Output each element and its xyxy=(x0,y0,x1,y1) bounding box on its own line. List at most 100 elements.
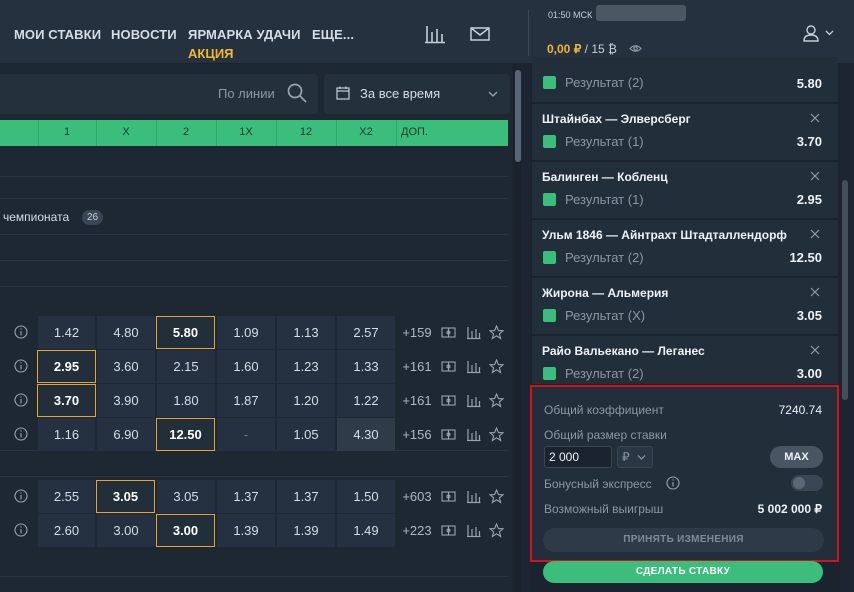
close-icon[interactable] xyxy=(810,113,820,123)
nav-more[interactable]: ЕЩЕ... xyxy=(312,27,354,42)
odd-cell[interactable]: 1.20 xyxy=(277,384,335,417)
stake-input[interactable]: 2 000 xyxy=(544,446,612,468)
odd-cell[interactable]: 1.80 xyxy=(157,384,215,417)
nav-my-bets[interactable]: МОИ СТАВКИ xyxy=(14,27,101,42)
balance[interactable]: 0,00 ₽ / 15 ₿ xyxy=(547,42,617,56)
odd-cell[interactable]: 1.60 xyxy=(217,350,275,383)
user-icon[interactable] xyxy=(802,24,820,42)
odd-cell[interactable]: 1.39 xyxy=(217,514,275,547)
nav-news[interactable]: НОВОСТИ xyxy=(111,27,177,42)
bet-checkbox[interactable] xyxy=(543,76,556,89)
star-icon[interactable] xyxy=(489,393,504,408)
mail-icon[interactable] xyxy=(469,24,491,44)
field-icon[interactable] xyxy=(441,393,456,408)
odd-cell-selected[interactable]: 3.00 xyxy=(156,514,215,547)
search-icon[interactable] xyxy=(287,83,307,103)
bet-checkbox[interactable] xyxy=(543,309,556,322)
close-icon[interactable] xyxy=(810,287,820,297)
odd-cell[interactable]: 1.42 xyxy=(38,316,95,349)
info-icon[interactable] xyxy=(14,393,28,407)
odd-cell[interactable]: 1.87 xyxy=(217,384,275,417)
odd-cell[interactable]: 1.09 xyxy=(217,316,275,349)
odd-cell[interactable]: 3.60 xyxy=(97,350,155,383)
odd-cell[interactable]: 2.15 xyxy=(157,350,215,383)
place-bet-button[interactable]: СДЕЛАТЬ СТАВКУ xyxy=(543,561,823,583)
statistics-icon[interactable] xyxy=(466,427,481,442)
nav-fair[interactable]: ЯРМАРКА УДАЧИ xyxy=(188,27,301,42)
odd-cell[interactable]: 1.05 xyxy=(277,418,335,451)
odd-cell[interactable]: 1.16 xyxy=(38,418,95,451)
odd-cell[interactable]: 2.57 xyxy=(337,316,395,349)
star-icon[interactable] xyxy=(489,427,504,442)
odd-cell[interactable]: 1.33 xyxy=(337,350,395,383)
field-icon[interactable] xyxy=(441,427,456,442)
odd-cell[interactable]: 3.00 xyxy=(97,514,155,547)
odd-cell[interactable]: 2.60 xyxy=(38,514,95,547)
bet-checkbox[interactable] xyxy=(543,367,556,380)
statistics-icon[interactable] xyxy=(466,393,481,408)
info-icon[interactable] xyxy=(14,523,28,537)
bonus-express-toggle[interactable] xyxy=(791,475,823,491)
odd-cell[interactable]: 4.30 xyxy=(337,418,395,451)
odd-cell-selected[interactable]: 12.50 xyxy=(156,418,215,451)
championship-label[interactable]: чемпионата xyxy=(3,210,69,224)
odd-cell-selected[interactable]: 3.05 xyxy=(96,480,155,513)
field-icon[interactable] xyxy=(441,325,456,340)
field-icon[interactable] xyxy=(441,359,456,374)
more-markets[interactable]: +159 xyxy=(396,316,438,349)
star-icon[interactable] xyxy=(489,359,504,374)
odd-cell[interactable]: 3.05 xyxy=(157,480,215,513)
more-markets[interactable]: +603 xyxy=(396,480,438,513)
search-box[interactable]: По линии xyxy=(0,74,318,114)
odd-cell[interactable]: 4.80 xyxy=(97,316,155,349)
statistics-icon[interactable] xyxy=(466,359,481,374)
statistics-icon[interactable] xyxy=(466,325,481,340)
coupon-scrollbar[interactable] xyxy=(842,180,848,400)
chevron-down-icon[interactable] xyxy=(825,28,834,37)
close-icon[interactable] xyxy=(810,229,820,239)
odd-cell[interactable]: 1.37 xyxy=(277,480,335,513)
field-icon[interactable] xyxy=(441,523,456,538)
bet-checkbox[interactable] xyxy=(543,135,556,148)
odd-cell[interactable]: 1.23 xyxy=(277,350,335,383)
more-markets[interactable]: +161 xyxy=(396,384,438,417)
info-icon[interactable] xyxy=(14,489,28,503)
odd-cell[interactable]: 1.50 xyxy=(337,480,395,513)
odd-cell[interactable]: 3.90 xyxy=(97,384,155,417)
field-icon[interactable] xyxy=(441,489,456,504)
odd-cell-selected[interactable]: 2.95 xyxy=(37,350,96,383)
eye-icon[interactable] xyxy=(629,44,642,53)
period-select[interactable]: За все время xyxy=(324,74,510,114)
odd-cell[interactable]: 2.55 xyxy=(38,480,95,513)
max-button[interactable]: MAX xyxy=(770,446,823,468)
odd-cell[interactable]: 1.49 xyxy=(337,514,395,547)
more-markets[interactable]: +156 xyxy=(396,418,438,451)
statistics-icon[interactable] xyxy=(466,489,481,504)
odd-cell-selected[interactable]: 3.70 xyxy=(37,384,96,417)
bet-checkbox[interactable] xyxy=(543,251,556,264)
promo-label[interactable]: АКЦИЯ xyxy=(188,46,234,61)
more-markets[interactable]: +223 xyxy=(396,514,438,547)
info-icon[interactable] xyxy=(14,359,28,373)
odd-cell-selected[interactable]: 5.80 xyxy=(156,316,215,349)
info-icon[interactable] xyxy=(14,427,28,441)
bet-checkbox[interactable] xyxy=(543,193,556,206)
currency-select[interactable]: ₽ xyxy=(617,446,653,468)
close-icon[interactable] xyxy=(810,345,820,355)
odd-cell[interactable]: 1.22 xyxy=(337,384,395,417)
odd-cell[interactable]: 1.13 xyxy=(277,316,335,349)
star-icon[interactable] xyxy=(489,325,504,340)
statistics-icon[interactable] xyxy=(424,24,446,44)
list-scrollbar-thumb[interactable] xyxy=(515,70,521,162)
accept-changes-button[interactable]: ПРИНЯТЬ ИЗМЕНЕНИЯ xyxy=(543,528,824,552)
close-icon[interactable] xyxy=(810,171,820,181)
odd-cell[interactable]: 6.90 xyxy=(97,418,155,451)
statistics-icon[interactable] xyxy=(466,523,481,538)
odd-cell[interactable]: 1.37 xyxy=(217,480,275,513)
odd-cell[interactable]: 1.39 xyxy=(277,514,335,547)
info-icon[interactable] xyxy=(666,476,680,490)
star-icon[interactable] xyxy=(489,523,504,538)
star-icon[interactable] xyxy=(489,489,504,504)
info-icon[interactable] xyxy=(14,325,28,339)
more-markets[interactable]: +161 xyxy=(396,350,438,383)
